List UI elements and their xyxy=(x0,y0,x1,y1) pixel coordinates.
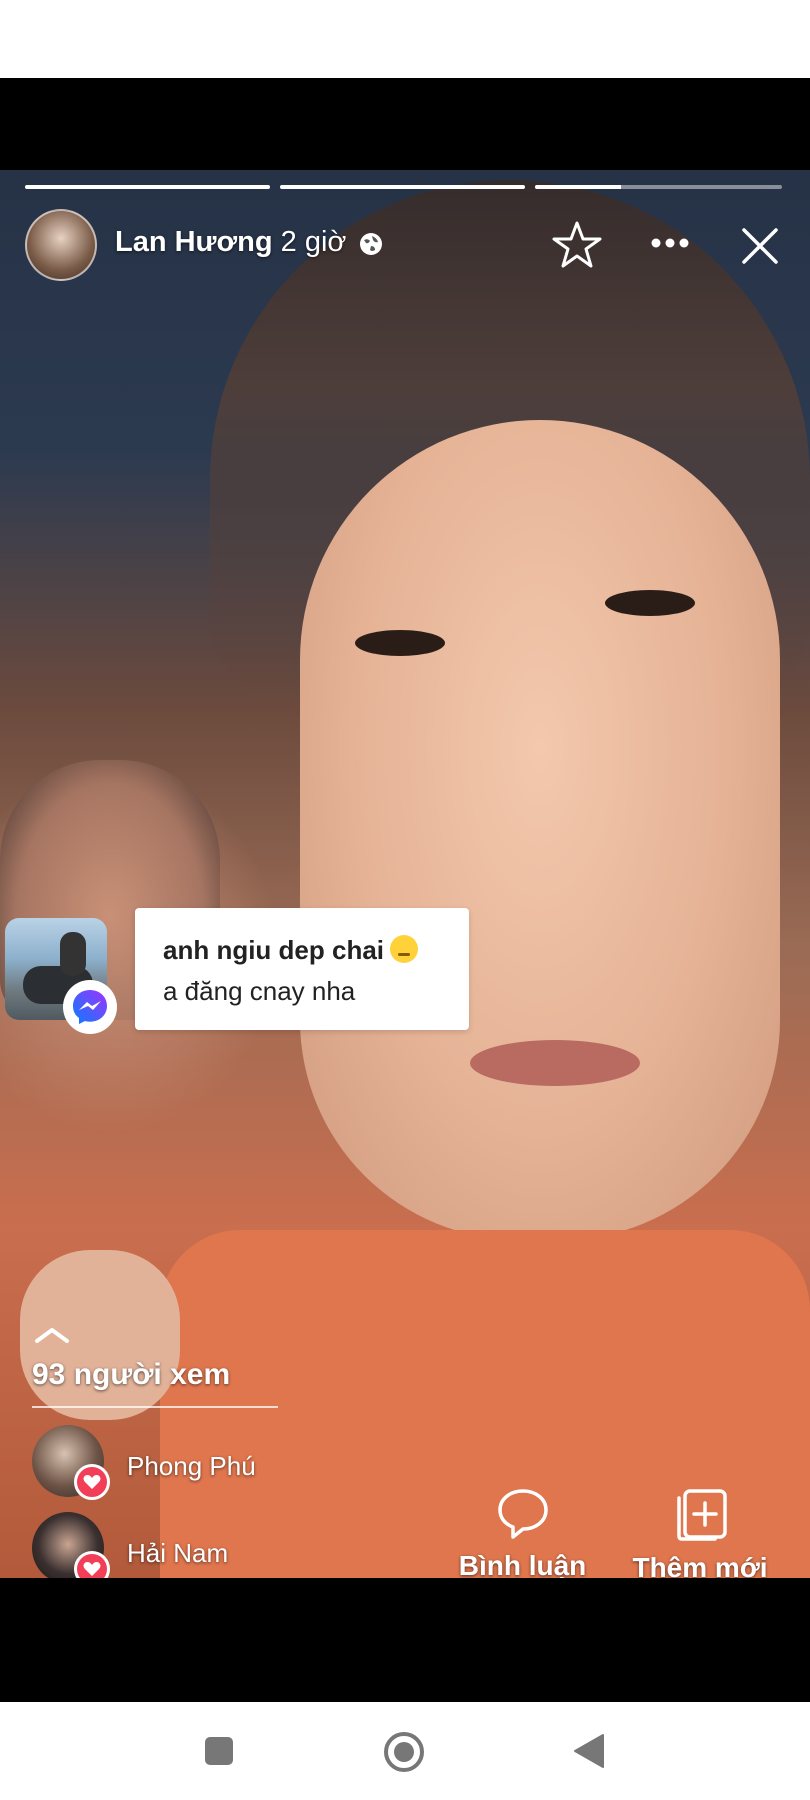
add-new-button[interactable]: Thêm mới xyxy=(630,1488,770,1584)
recent-apps-icon[interactable] xyxy=(204,1736,234,1766)
reply-text-line2: a đăng cnay nha xyxy=(163,976,356,1006)
story-header: Lan Hương 2 giờ xyxy=(115,226,346,259)
time-ago: 2 giờ xyxy=(280,226,347,258)
user-name[interactable]: Lan Hương xyxy=(115,226,273,258)
comment-icon xyxy=(497,1489,548,1539)
smile-emoji-icon xyxy=(390,935,419,963)
star-icon[interactable] xyxy=(551,220,603,270)
viewer-count[interactable]: 93 người xem xyxy=(32,1358,230,1392)
add-story-icon xyxy=(677,1489,727,1541)
system-navigation-bar xyxy=(0,1702,810,1800)
messenger-icon xyxy=(63,980,117,1034)
avatar[interactable] xyxy=(25,209,97,281)
chevron-up-icon[interactable] xyxy=(34,1326,70,1344)
reply-message[interactable]: anh ngiu dep chai a đăng cnay nha xyxy=(135,908,469,1030)
viewers-divider xyxy=(32,1406,278,1408)
viewer-name[interactable]: Phong Phú xyxy=(127,1451,256,1482)
comment-button[interactable]: Bình luận xyxy=(455,1488,590,1582)
more-horizontal-icon[interactable] xyxy=(651,236,689,250)
top-letterbox xyxy=(0,78,810,170)
globe-icon xyxy=(360,233,382,255)
viewer-name[interactable]: Hải Nam xyxy=(127,1538,228,1569)
reply-text-line1: anh ngiu dep chai xyxy=(163,935,385,965)
back-icon[interactable] xyxy=(573,1733,605,1769)
story-progress-2 xyxy=(280,185,525,189)
bottom-letterbox xyxy=(0,1578,810,1702)
story-progress-1 xyxy=(25,185,270,189)
heart-icon xyxy=(74,1464,110,1500)
story-progress-3 xyxy=(535,185,782,189)
status-area xyxy=(0,0,810,78)
close-icon[interactable] xyxy=(741,227,779,265)
comment-label: Bình luận xyxy=(458,1550,587,1581)
home-icon[interactable] xyxy=(383,1731,425,1773)
